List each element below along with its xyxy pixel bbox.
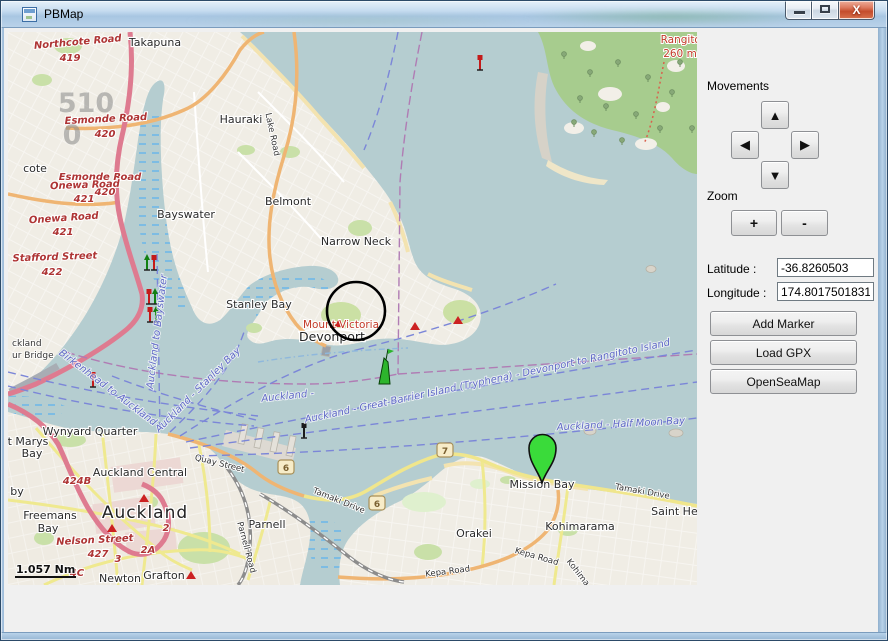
map-label: 2 [163, 523, 170, 534]
up-arrow-icon: ▲ [769, 108, 782, 123]
map-label: 427 [87, 549, 109, 560]
map-label: Saint Heliers [651, 505, 697, 518]
map-label: 510 [58, 88, 114, 119]
map-label: 2A [141, 545, 156, 556]
map-label: Bay [38, 522, 59, 535]
map-label: 424B [62, 476, 92, 487]
map-label: Hauraki [220, 113, 263, 126]
road-shield-label: 7 [442, 447, 448, 457]
maximize-button[interactable] [812, 0, 839, 20]
openseamap-button[interactable]: OpenSeaMap [710, 369, 857, 394]
map-label: Devonport [299, 329, 365, 344]
window-title: PBMap [44, 7, 83, 21]
close-button[interactable]: X [839, 0, 875, 20]
glass-reflection [520, 8, 820, 26]
load-gpx-button[interactable]: Load GPX [710, 340, 857, 365]
map-label: ur Bridge [12, 351, 54, 361]
longitude-input[interactable] [777, 282, 874, 301]
move-left-button[interactable]: ◀ [731, 131, 759, 159]
map-label: Belmont [265, 195, 312, 208]
map-label: Orakei [456, 527, 492, 540]
app-icon [22, 7, 37, 22]
map-label: 3 [115, 554, 122, 565]
map-label: Newton [99, 572, 141, 585]
zoom-label: Zoom [707, 189, 738, 203]
app-window: { "window": { "title": "PBMap", "close_g… [0, 0, 888, 641]
map-image: 667 TakapunaNorthcote Road419Esmonde Roa… [8, 32, 697, 585]
map-label: Stanley Bay [226, 298, 292, 311]
map-label: Takapuna [128, 36, 181, 49]
map-label: 260 m [663, 48, 697, 60]
map-view[interactable]: 667 TakapunaNorthcote Road419Esmonde Roa… [8, 32, 697, 585]
map-label: Freemans [23, 509, 77, 522]
map-label: Parnell [248, 518, 285, 531]
map-label: 1.057 Nm [16, 563, 75, 576]
map-label: Rangitoto [661, 34, 697, 46]
move-up-button[interactable]: ▲ [761, 101, 789, 129]
plus-icon: + [750, 215, 758, 231]
longitude-label: Longitude : [707, 286, 766, 300]
window-frame-left [0, 28, 4, 632]
glass-reflection [180, 14, 540, 28]
right-arrow-icon: ▶ [800, 137, 810, 153]
latitude-label: Latitude : [707, 262, 756, 276]
road-shield-label: 6 [283, 464, 289, 474]
map-label: Grafton [143, 569, 185, 582]
road-shield-label: 6 [374, 500, 380, 510]
window-frame-right [878, 28, 888, 632]
map-label: Wynyard Quarter [43, 425, 138, 438]
map-label: Auckland [102, 503, 188, 523]
latitude-input[interactable] [777, 258, 874, 277]
minus-icon: - [802, 215, 807, 231]
left-arrow-icon: ◀ [740, 137, 750, 153]
window-frame-bottom [0, 632, 888, 641]
map-label: Bayswater [157, 208, 215, 221]
map-label: ckland [12, 339, 42, 349]
minimize-button[interactable] [785, 0, 812, 20]
map-label: 420 [94, 129, 116, 140]
movements-label: Movements [707, 79, 769, 93]
map-label: 421 [52, 227, 74, 238]
map-label: Auckland Central [93, 466, 187, 479]
maximize-icon [820, 5, 830, 13]
map-label: Kohimarama [545, 520, 615, 533]
move-down-button[interactable]: ▼ [761, 161, 789, 189]
map-label: Bay [22, 447, 43, 460]
map-label: 419 [59, 53, 81, 64]
title-bar[interactable]: PBMap X [0, 0, 888, 28]
map-label: 0 [63, 120, 82, 151]
zoom-out-button[interactable]: - [781, 210, 828, 236]
zoom-in-button[interactable]: + [731, 210, 777, 236]
map-label: by [10, 485, 24, 498]
move-right-button[interactable]: ▶ [791, 131, 819, 159]
close-icon: X [852, 3, 860, 17]
minimize-icon [794, 11, 805, 14]
map-label: 421 [73, 194, 95, 205]
add-marker-button[interactable]: Add Marker [710, 311, 857, 336]
down-arrow-icon: ▼ [769, 168, 782, 183]
map-label: Narrow Neck [321, 235, 392, 248]
map-label: cote [23, 162, 47, 175]
map-label: 422 [41, 267, 63, 278]
